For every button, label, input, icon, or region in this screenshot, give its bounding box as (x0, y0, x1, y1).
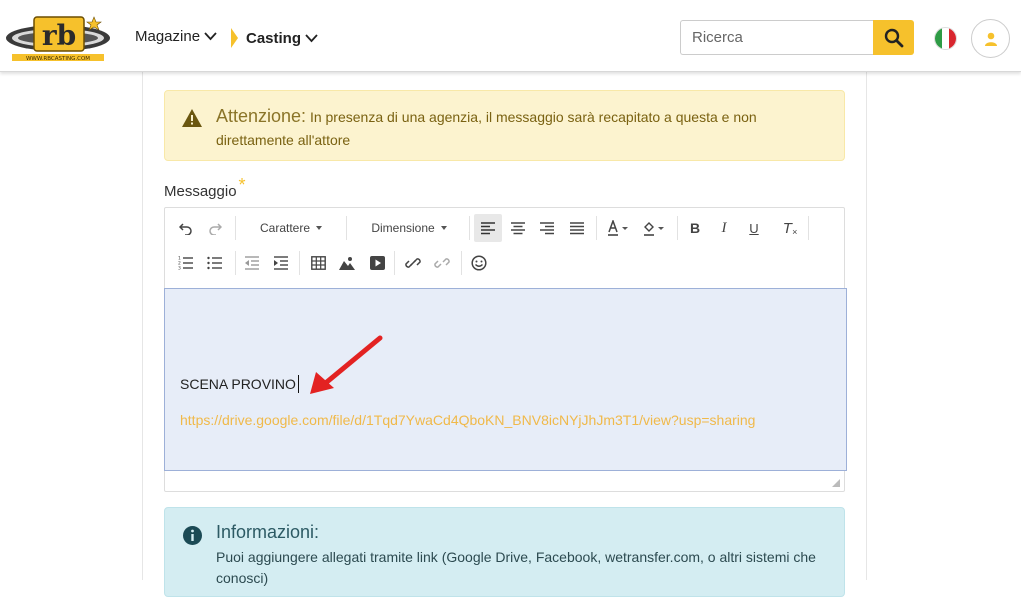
emoji-button[interactable] (468, 249, 490, 277)
caret-down-icon (440, 226, 447, 230)
top-header: rb WWW.RBCASTING.COM Magazine Casting (0, 0, 1021, 72)
undo-icon (179, 223, 192, 235)
redo-button[interactable] (204, 214, 226, 242)
font-dropdown[interactable]: Carattere (255, 214, 327, 242)
ordered-list-button[interactable]: 123 (175, 249, 197, 277)
font-dropdown-label: Carattere (259, 221, 311, 235)
red-arrow-annotation (310, 335, 383, 394)
size-dropdown-label: Dimensione (371, 221, 435, 235)
size-dropdown[interactable]: Dimensione (365, 214, 453, 242)
smiley-icon (471, 255, 487, 271)
chevron-down-icon (305, 33, 318, 42)
clear-format-label: T (782, 219, 792, 237)
redo-icon (209, 223, 222, 235)
toolbar-separator (235, 251, 236, 275)
rb-logo[interactable]: rb WWW.RBCASTING.COM (4, 13, 112, 63)
ordered-list-icon: 123 (178, 256, 193, 271)
align-center-icon (511, 222, 525, 235)
search-button[interactable] (873, 20, 914, 55)
link-button[interactable] (402, 249, 424, 277)
unlink-button[interactable] (431, 249, 453, 277)
message-label: Messaggio * (164, 175, 246, 201)
search-input[interactable] (680, 20, 873, 55)
bullet-list-button[interactable] (204, 249, 226, 277)
unlink-icon (434, 258, 450, 268)
toolbar-separator (469, 216, 470, 240)
outdent-button[interactable] (241, 249, 263, 277)
text-cursor (297, 375, 299, 393)
bold-button[interactable]: B (684, 214, 706, 242)
chevron-down-icon (204, 32, 217, 41)
info-title: Informazioni: (216, 522, 320, 542)
language-flag-italy-icon[interactable] (934, 27, 957, 50)
align-justify-icon (570, 222, 584, 235)
table-button[interactable] (307, 249, 329, 277)
align-right-icon (540, 222, 554, 235)
link-icon (405, 258, 421, 268)
svg-text:3: 3 (178, 266, 181, 271)
resize-handle-icon[interactable] (832, 479, 840, 487)
video-icon (369, 256, 385, 270)
nav-casting[interactable]: Casting (231, 28, 318, 48)
warning-triangle-icon (182, 109, 202, 127)
svg-text:WWW.RBCASTING.COM: WWW.RBCASTING.COM (26, 56, 90, 62)
indent-icon (274, 256, 288, 270)
undo-button[interactable] (175, 214, 197, 242)
user-icon (984, 32, 997, 46)
image-button[interactable] (336, 249, 358, 277)
warning-text: Attenzione: In presenza di una agenzia, … (216, 105, 816, 152)
toolbar-separator (346, 216, 347, 240)
text-color-icon (608, 220, 628, 236)
text-color-button[interactable] (605, 214, 633, 242)
required-star: * (238, 175, 246, 195)
toolbar-separator (596, 216, 597, 240)
editor-text-line: SCENA PROVINO (180, 375, 299, 393)
search-bar (680, 20, 914, 55)
warning-title: Attenzione: (216, 106, 307, 126)
toolbar-separator (677, 216, 678, 240)
align-left-icon (481, 222, 495, 235)
toolbar-separator (808, 216, 809, 240)
indent-button[interactable] (270, 249, 292, 277)
info-text: Puoi aggiungere allegati tramite link (G… (216, 549, 816, 586)
underline-button[interactable]: U (743, 214, 765, 242)
toolbar-separator (299, 251, 300, 275)
toolbar-separator (394, 251, 395, 275)
align-center-button[interactable] (505, 214, 531, 242)
clear-x-icon: × (791, 227, 798, 237)
outdent-icon (245, 256, 259, 270)
align-right-button[interactable] (534, 214, 560, 242)
caret-down-icon (316, 226, 323, 230)
warning-alert: Attenzione: In presenza di una agenzia, … (164, 90, 845, 161)
background-color-button[interactable] (641, 214, 669, 242)
search-icon (884, 28, 903, 47)
svg-text:rb: rb (42, 19, 76, 52)
info-circle-icon (183, 526, 202, 545)
bullet-list-icon (207, 256, 222, 270)
nav-magazine-label: Magazine (135, 28, 201, 45)
editor-link[interactable]: https://drive.google.com/file/d/1Tqd7Ywa… (180, 412, 755, 428)
nav-magazine[interactable]: Magazine (135, 28, 217, 45)
editor-line-text: SCENA PROVINO (180, 376, 296, 392)
casting-marker-icon (231, 28, 238, 48)
paint-bucket-icon (644, 222, 664, 236)
info-alert: Informazioni: Puoi aggiungere allegati t… (164, 507, 845, 597)
editor-toolbar: Carattere Dimensione B I U T × 1 2 3 (165, 208, 844, 289)
align-justify-button[interactable] (564, 214, 590, 242)
toolbar-separator (461, 251, 462, 275)
align-left-button[interactable] (474, 214, 502, 242)
nav-casting-label: Casting (246, 29, 302, 47)
italic-button[interactable]: I (713, 214, 735, 242)
user-avatar-button[interactable] (971, 19, 1010, 58)
toolbar-separator (235, 216, 236, 240)
video-button[interactable] (366, 249, 388, 277)
image-icon (339, 257, 355, 270)
message-text-area[interactable]: SCENA PROVINO https://drive.google.com/f… (164, 288, 847, 471)
clear-format-button[interactable]: T × (778, 214, 802, 242)
message-label-text: Messaggio (164, 183, 237, 200)
rich-text-editor: Carattere Dimensione B I U T × 1 2 3 SCE… (164, 207, 847, 492)
table-icon (310, 256, 326, 270)
